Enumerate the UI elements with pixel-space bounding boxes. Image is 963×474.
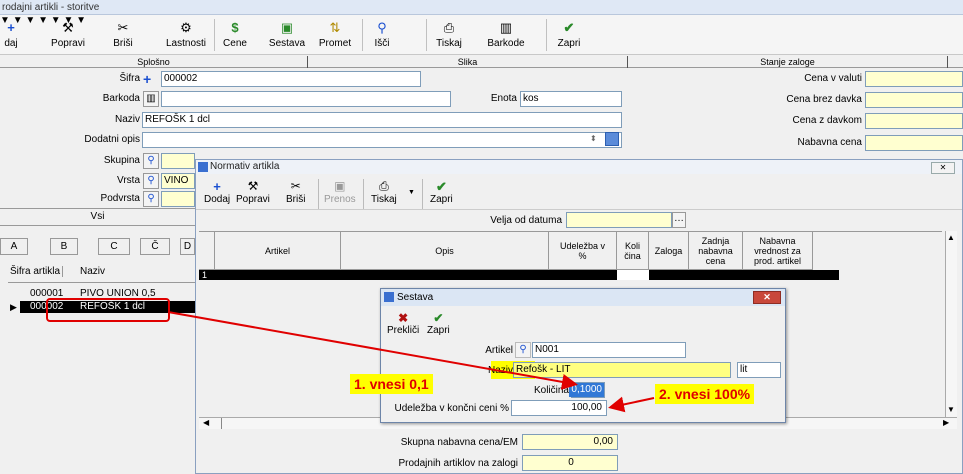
screen: rodajni artikli - storitve + daj ▼ ⚒ Pop… xyxy=(0,0,963,474)
annotation-arrows xyxy=(167,311,655,413)
arrow-to-kolicina xyxy=(167,311,578,390)
arrow-to-udelezba xyxy=(608,396,655,413)
